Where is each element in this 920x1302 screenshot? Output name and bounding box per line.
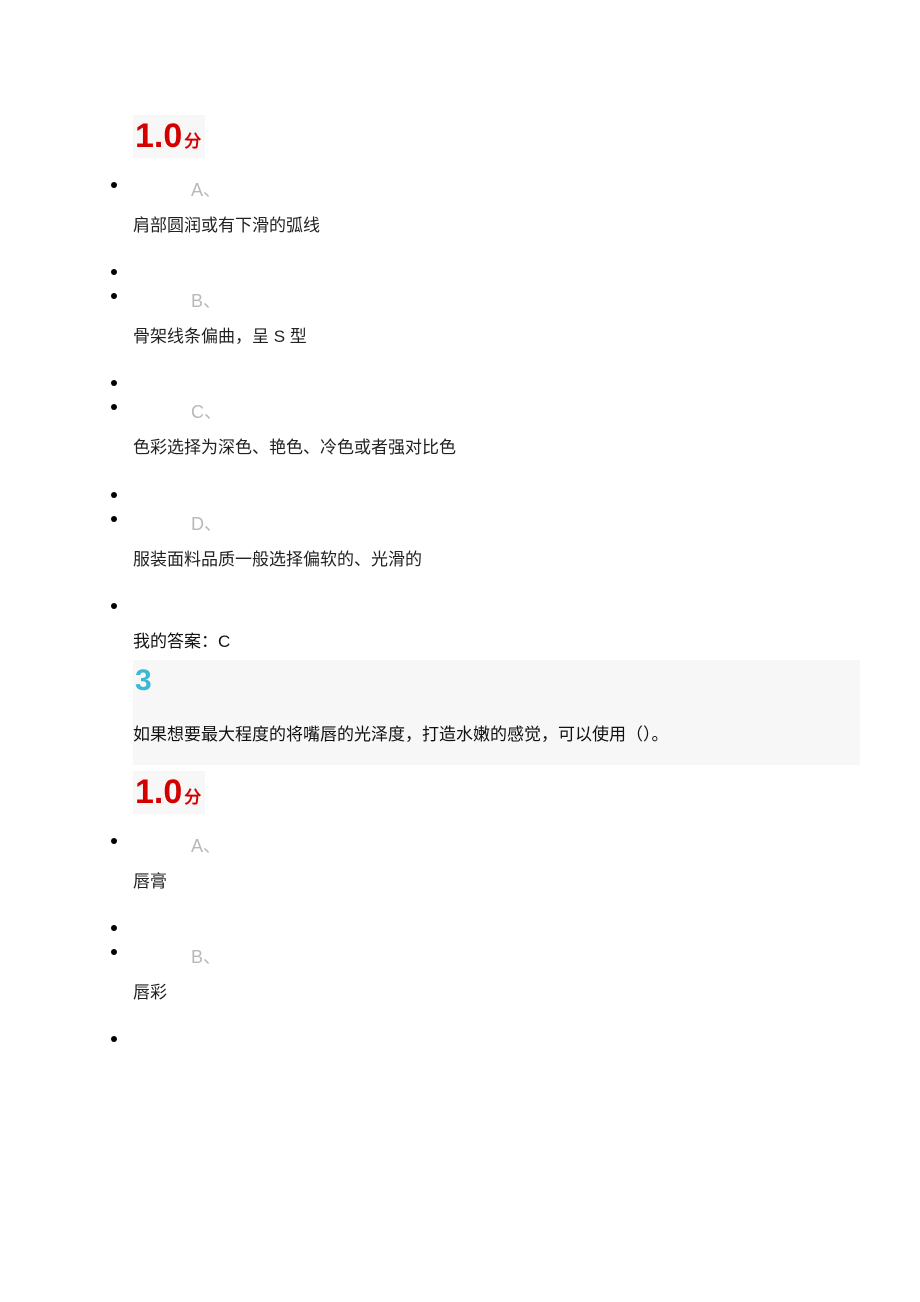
option-letter: B、 xyxy=(191,287,860,313)
bullet-icon xyxy=(111,269,117,275)
bullet-icon xyxy=(111,516,117,522)
option-item: D、 服装面料品质一般选择偏软的、光滑的 xyxy=(133,510,860,573)
bullet-icon xyxy=(111,293,117,299)
option-item: B、 骨架线条偏曲，呈 S 型 xyxy=(133,287,860,350)
option-text: 肩部圆润或有下滑的弧线 xyxy=(133,212,860,239)
spacer xyxy=(133,597,860,621)
score-unit: 分 xyxy=(184,132,201,151)
bullet-icon xyxy=(111,925,117,931)
spacer xyxy=(133,263,860,287)
option-letter: B、 xyxy=(191,943,860,969)
option-text: 色彩选择为深色、艳色、冷色或者强对比色 xyxy=(133,434,860,461)
option-item: C、 色彩选择为深色、艳色、冷色或者强对比色 xyxy=(133,398,860,461)
score-number: 1.0 xyxy=(135,117,182,155)
score-unit: 分 xyxy=(184,788,201,807)
option-item: A、 唇膏 xyxy=(133,832,860,895)
bullet-icon xyxy=(111,949,117,955)
option-item: B、 唇彩 xyxy=(133,943,860,1006)
question-number-box: 3 xyxy=(133,660,860,700)
answer-label: 我的答案： xyxy=(133,632,218,651)
question-number: 3 xyxy=(135,664,152,697)
bullet-icon xyxy=(111,1036,117,1042)
option-letter: C、 xyxy=(191,398,860,424)
option-text: 骨架线条偏曲，呈 S 型 xyxy=(133,323,860,350)
my-answer: 我的答案：C xyxy=(133,627,860,652)
bullet-icon xyxy=(111,404,117,410)
option-letter: A、 xyxy=(191,176,860,202)
bullet-icon xyxy=(111,838,117,844)
bullet-icon xyxy=(111,380,117,386)
score-badge: 1.0分 xyxy=(133,771,205,814)
option-text: 服装面料品质一般选择偏软的、光滑的 xyxy=(133,546,860,573)
spacer xyxy=(133,1030,860,1054)
option-letter: D、 xyxy=(191,510,860,536)
option-item: A、 肩部圆润或有下滑的弧线 xyxy=(133,176,860,239)
option-text: 唇彩 xyxy=(133,979,860,1006)
option-text: 唇膏 xyxy=(133,868,860,895)
bullet-icon xyxy=(111,603,117,609)
q3-options: A、 唇膏 B、 唇彩 xyxy=(133,832,860,1054)
score-badge: 1.0分 xyxy=(133,115,205,158)
question-text: 如果想要最大程度的将嘴唇的光泽度，打造水嫩的感觉，可以使用（）。 xyxy=(133,700,860,765)
answer-value: C xyxy=(218,632,230,651)
bullet-icon xyxy=(111,182,117,188)
spacer xyxy=(133,486,860,510)
score-number: 1.0 xyxy=(135,773,182,811)
spacer xyxy=(133,919,860,943)
q2-options: A、 肩部圆润或有下滑的弧线 B、 骨架线条偏曲，呈 S 型 C、 色彩选择为深… xyxy=(133,176,860,621)
spacer xyxy=(133,374,860,398)
bullet-icon xyxy=(111,492,117,498)
option-letter: A、 xyxy=(191,832,860,858)
